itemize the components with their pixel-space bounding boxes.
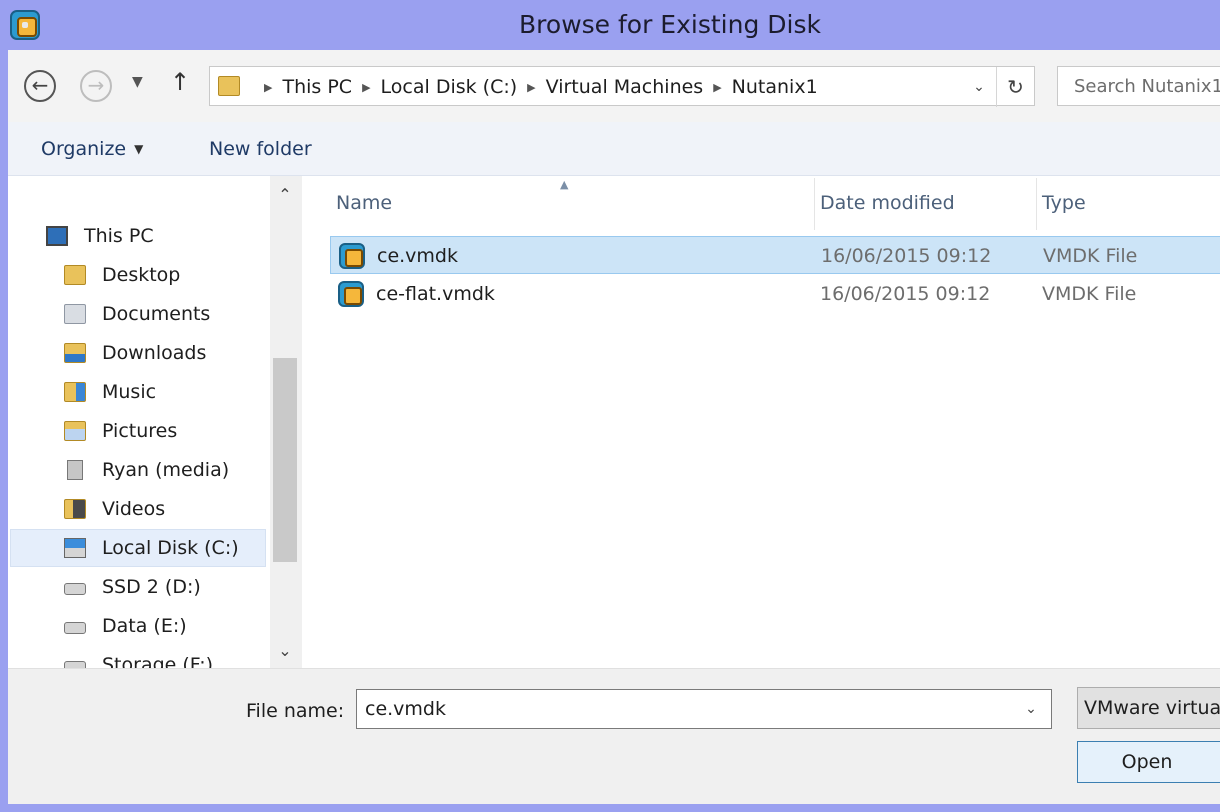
forward-arrow-icon[interactable]: → [80, 70, 112, 102]
scroll-up-icon[interactable]: ⌃ [270, 180, 300, 210]
file-type-filter-select[interactable]: VMware virtual disk [1077, 687, 1220, 729]
downloads-folder-icon [64, 343, 86, 363]
chevron-down-icon: ▼ [134, 142, 144, 156]
up-arrow-icon[interactable]: ↑ [170, 68, 190, 96]
drive-icon [64, 661, 86, 668]
sort-ascending-icon: ▲ [560, 178, 569, 191]
breadcrumb-item[interactable]: This PC [282, 76, 352, 98]
search-box[interactable] [1057, 66, 1220, 106]
file-name-input[interactable] [357, 690, 997, 728]
system-drive-icon [64, 538, 86, 558]
nav-item-label: Ryan (media) [102, 459, 230, 481]
nav-item-label: Documents [102, 303, 211, 325]
vmdk-file-icon [339, 243, 365, 269]
breadcrumb-separator-icon[interactable]: ▶ [527, 81, 535, 94]
file-date-modified: 16/06/2015 09:12 [820, 283, 991, 305]
search-input[interactable] [1058, 67, 1220, 105]
music-folder-icon [64, 382, 86, 402]
breadcrumb-separator-icon[interactable]: ▶ [362, 81, 370, 94]
drive-icon [64, 583, 86, 595]
nav-item-label: Storage (F:) [102, 654, 214, 668]
command-toolbar: Organize ▼ New folder [8, 122, 1220, 176]
file-type: VMDK File [1043, 245, 1138, 267]
nav-item-label: Videos [102, 498, 166, 520]
scrollbar-thumb[interactable] [273, 358, 297, 562]
nav-item-label: Local Disk (C:) [102, 537, 239, 559]
refresh-icon[interactable]: ↻ [996, 67, 1034, 107]
documents-folder-icon [64, 304, 86, 324]
column-header-name[interactable]: Name [336, 176, 392, 230]
computer-icon [46, 226, 68, 246]
navigation-pane: This PC Desktop Documents Downloads Musi… [8, 176, 300, 668]
videos-folder-icon [64, 499, 86, 519]
scroll-down-icon[interactable]: ⌄ [270, 636, 300, 666]
new-folder-button[interactable]: New folder [209, 122, 312, 176]
file-list: ▲ Name Date modified Type ce.vmdk 16/06/… [302, 176, 1220, 668]
file-name: ce.vmdk [377, 245, 458, 267]
desktop-folder-icon [64, 265, 86, 285]
address-history-chevron-icon[interactable]: ⌄ [964, 67, 994, 107]
nav-item-label: SSD 2 (D:) [102, 576, 201, 598]
breadcrumb: ▶ This PC ▶ Local Disk (C:) ▶ Virtual Machine… [254, 67, 818, 107]
file-name: ce-flat.vmdk [376, 283, 495, 305]
back-arrow-icon[interactable]: ← [24, 70, 56, 102]
chevron-down-icon[interactable]: ⌄ [1011, 690, 1051, 728]
media-server-icon [67, 460, 83, 480]
breadcrumb-item[interactable]: Virtual Machines [546, 76, 704, 98]
organize-button[interactable]: Organize ▼ [41, 122, 143, 176]
file-name-panel: File name: ⌄ VMware virtual disk Open [8, 668, 1220, 804]
file-type: VMDK File [1042, 283, 1137, 305]
file-row[interactable]: ce.vmdk 16/06/2015 09:12 VMDK File [330, 236, 1220, 274]
column-divider[interactable] [814, 178, 815, 230]
nav-item-label: This PC [84, 225, 154, 247]
file-name-label: File name: [246, 700, 345, 722]
dialog-client-area: ← → ▼ ↑ ▶ This PC ▶ Local Disk (C:) ▶ Virtual… [8, 50, 1220, 804]
nav-item-label: Data (E:) [102, 615, 187, 637]
vmdk-file-icon [338, 281, 364, 307]
dialog-window: Browse for Existing Disk ← → ▼ ↑ ▶ This P… [0, 0, 1220, 812]
address-row: ← → ▼ ↑ ▶ This PC ▶ Local Disk (C:) ▶ Virtual… [8, 50, 1220, 122]
file-date-modified: 16/06/2015 09:12 [821, 245, 992, 267]
pictures-folder-icon [64, 421, 86, 441]
folder-icon [218, 76, 240, 96]
breadcrumb-item[interactable]: Nutanix1 [732, 76, 818, 98]
nav-item-label: Downloads [102, 342, 207, 364]
open-button[interactable]: Open [1077, 741, 1220, 783]
nav-scrollbar[interactable]: ⌃ ⌄ [270, 176, 300, 668]
breadcrumb-item[interactable]: Local Disk (C:) [381, 76, 518, 98]
organize-label: Organize [41, 138, 127, 160]
nav-item-label: Desktop [102, 264, 181, 286]
breadcrumb-separator-icon[interactable]: ▶ [264, 81, 272, 94]
nav-item-label: Pictures [102, 420, 178, 442]
breadcrumb-separator-icon[interactable]: ▶ [713, 81, 721, 94]
title-bar[interactable]: Browse for Existing Disk [0, 0, 1220, 50]
address-bar[interactable]: ▶ This PC ▶ Local Disk (C:) ▶ Virtual Machine… [209, 66, 1035, 107]
column-divider[interactable] [1036, 178, 1037, 230]
nav-item-label: Music [102, 381, 157, 403]
recent-locations-chevron-icon[interactable]: ▼ [132, 74, 143, 90]
drive-icon [64, 622, 86, 634]
file-row[interactable]: ce-flat.vmdk 16/06/2015 09:12 VMDK File [330, 275, 1220, 313]
column-header-type[interactable]: Type [1042, 176, 1086, 230]
window-title: Browse for Existing Disk [519, 10, 821, 39]
column-header-date-modified[interactable]: Date modified [820, 176, 955, 230]
file-name-combobox[interactable]: ⌄ [356, 689, 1052, 729]
